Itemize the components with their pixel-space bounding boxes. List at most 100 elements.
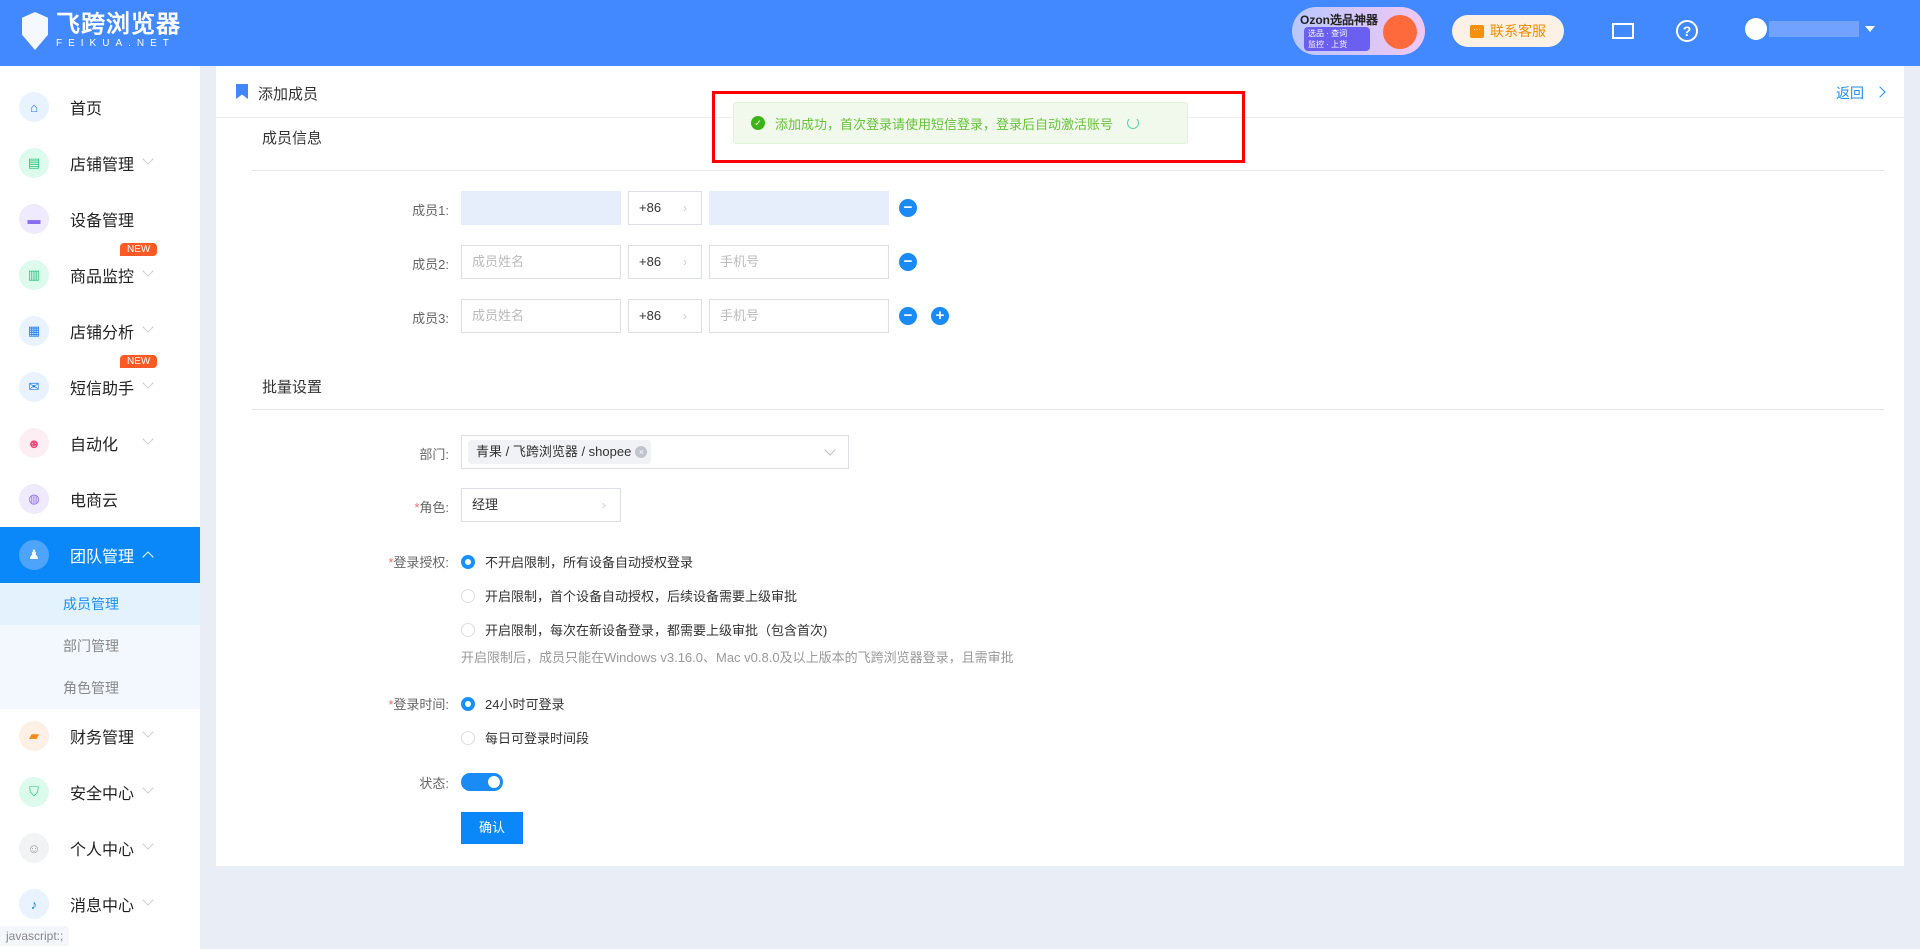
country-code-select[interactable]: +86 › <box>628 191 702 225</box>
sidebar-item-8[interactable]: ♟ 团队管理 <box>0 527 200 583</box>
sidebar-item-4[interactable]: ▦ 店铺分析 <box>0 303 200 359</box>
radio-checked[interactable] <box>461 696 475 711</box>
new-badge: NEW <box>120 243 158 256</box>
help-icon[interactable]: ? <box>1676 20 1698 42</box>
ozon-promo-banner[interactable]: Ozon选品神器 选品 · 查词 监控 · 上货 <box>1292 7 1425 55</box>
radio-checked[interactable] <box>461 554 475 569</box>
sidebar-item-label: 店铺管理 <box>70 157 135 174</box>
avatar <box>1745 18 1767 40</box>
home-icon: ⌂ <box>19 92 49 122</box>
chart-coins-icon <box>1383 15 1417 49</box>
sidebar-subitem-2[interactable]: 角色管理 <box>0 667 200 709</box>
role-label-text: 角色: <box>419 500 449 515</box>
logo[interactable]: 飞跨浏览器 FEIKUA.NET <box>22 12 181 50</box>
sidebar-item-label: 消息中心 <box>70 898 135 915</box>
sidebar-item-3[interactable]: ▥ 商品监控 NEW <box>0 243 200 303</box>
sms-icon: ✉ <box>19 372 49 402</box>
mail-icon[interactable] <box>1612 23 1634 39</box>
member-label: 成员2: <box>412 257 449 272</box>
user-menu[interactable] <box>1745 18 1875 40</box>
member-label: 成员3: <box>412 311 449 326</box>
radio[interactable] <box>461 622 475 637</box>
logo-domain: FEIKUA.NET <box>56 38 175 49</box>
sidebar: ⌂ 首页 ▤ 店铺管理 ▬ 设备管理 ▥ 商品监控 NEW ▦ 店铺分析 ✉ 短信助手 NEW ☻ 自动化 ◍ 电… <box>0 66 200 949</box>
sidebar-item-6[interactable]: ☻ 自动化 <box>0 415 200 471</box>
option-label: 24小时可登录 <box>485 697 565 712</box>
sidebar-item-9[interactable]: ▰ 财务管理 <box>0 708 200 764</box>
chevron-icon <box>142 377 154 389</box>
service-label: 联系客服 <box>1490 23 1546 39</box>
radio[interactable] <box>461 730 475 745</box>
login-time-option-0[interactable]: 24小时可登录 <box>461 694 564 713</box>
sidebar-item-0[interactable]: ⌂ 首页 <box>0 79 200 135</box>
tag-close-icon[interactable]: × <box>635 446 648 458</box>
sidebar-item-label: 商品监控 <box>70 269 135 286</box>
sidebar-item-12[interactable]: ♪ 消息中心 <box>0 876 200 932</box>
sidebar-item-7[interactable]: ◍ 电商云 <box>0 471 200 527</box>
sidebar-item-label: 自动化 <box>70 437 119 454</box>
chevron-right-icon: › <box>683 309 687 323</box>
add-member-icon[interactable]: + <box>931 307 949 325</box>
chevron-icon <box>142 782 154 794</box>
confirm-button[interactable]: 确认 <box>461 812 523 844</box>
sidebar-item-1[interactable]: ▤ 店铺管理 <box>0 135 200 191</box>
remove-member-icon[interactable]: − <box>899 307 917 325</box>
placeholder: 成员姓名 <box>472 308 525 323</box>
department-label: 部门: <box>419 447 449 462</box>
sidebar-item-5[interactable]: ✉ 短信助手 NEW <box>0 355 200 415</box>
page-title: 添加成员 <box>258 86 319 103</box>
status-toggle[interactable] <box>461 773 503 791</box>
phone-input[interactable]: 手机号 <box>709 245 889 279</box>
shield-icon: ⛉ <box>19 777 49 807</box>
back-link[interactable]: 返回 <box>1836 83 1864 103</box>
chevron-right-icon: › <box>683 201 687 215</box>
sidebar-item-label: 设备管理 <box>70 213 135 230</box>
add-member-panel: 添加成员 返回 成员信息 批量设置 部门: 青果 / 飞跨浏览器 / shope… <box>216 66 1904 866</box>
login-auth-option-0[interactable]: 不开启限制，所有设备自动授权登录 <box>461 552 693 571</box>
login-time-label: *登录时间: <box>388 697 449 712</box>
section-batch-settings: 批量设置 <box>262 379 323 396</box>
sidebar-subitem-1[interactable]: 部门管理 <box>0 625 200 667</box>
promo-tags: 选品 · 查词 监控 · 上货 <box>1304 27 1370 51</box>
login-auth-note: 开启限制后，成员只能在Windows v3.16.0、Mac v0.8.0及以上… <box>461 650 1014 665</box>
member-name-input[interactable] <box>461 191 621 225</box>
login-auth-option-1[interactable]: 开启限制，首个设备自动授权，后续设备需要上级审批 <box>461 586 797 605</box>
store-icon: ▤ <box>19 148 49 178</box>
role-select[interactable]: 经理 › <box>461 488 621 522</box>
sidebar-item-10[interactable]: ⛉ 安全中心 <box>0 764 200 820</box>
sidebar-item-2[interactable]: ▬ 设备管理 <box>0 191 200 247</box>
contact-service-button[interactable]: ··· 联系客服 <box>1452 15 1564 47</box>
chevron-right-icon[interactable] <box>1874 86 1886 98</box>
bookmark-icon <box>236 84 248 99</box>
promo-title: Ozon选品神器 <box>1300 13 1378 27</box>
sidebar-item-label: 安全中心 <box>70 786 135 803</box>
department-tag-text: 青果 / 飞跨浏览器 / shopee <box>476 444 632 459</box>
new-badge: NEW <box>120 355 158 368</box>
department-select[interactable]: 青果 / 飞跨浏览器 / shopee × <box>461 435 849 469</box>
phone-input[interactable]: 手机号 <box>709 299 889 333</box>
sidebar-item-11[interactable]: ☺ 个人中心 <box>0 820 200 876</box>
chevron-icon <box>142 265 154 277</box>
logo-shield-icon <box>22 12 48 50</box>
divider <box>252 170 1884 171</box>
login-time-option-1[interactable]: 每日可登录时间段 <box>461 728 589 747</box>
chevron-icon <box>142 153 154 165</box>
member-name-input[interactable]: 成员姓名 <box>461 299 621 333</box>
radio[interactable] <box>461 588 475 603</box>
sidebar-subitem-0[interactable]: 成员管理 <box>0 583 200 625</box>
sidebar-item-label: 短信助手 <box>70 381 135 398</box>
chevron-icon <box>142 838 154 850</box>
country-code-select[interactable]: +86 › <box>628 245 702 279</box>
remove-member-icon[interactable]: − <box>899 253 917 271</box>
login-auth-option-2[interactable]: 开启限制，每次在新设备登录，都需要上级审批（包含首次) <box>461 620 827 639</box>
promo-line1: 选品 · 查词 <box>1308 29 1348 38</box>
country-code-select[interactable]: +86 › <box>628 299 702 333</box>
sidebar-item-label: 个人中心 <box>70 842 135 859</box>
status-label: 状态: <box>419 776 449 791</box>
sidebar-item-label: 店铺分析 <box>70 325 135 342</box>
username-blurred <box>1769 21 1859 37</box>
member-name-input[interactable]: 成员姓名 <box>461 245 621 279</box>
phone-input[interactable] <box>709 191 889 225</box>
chevron-icon <box>142 321 154 333</box>
remove-member-icon[interactable]: − <box>899 199 917 217</box>
